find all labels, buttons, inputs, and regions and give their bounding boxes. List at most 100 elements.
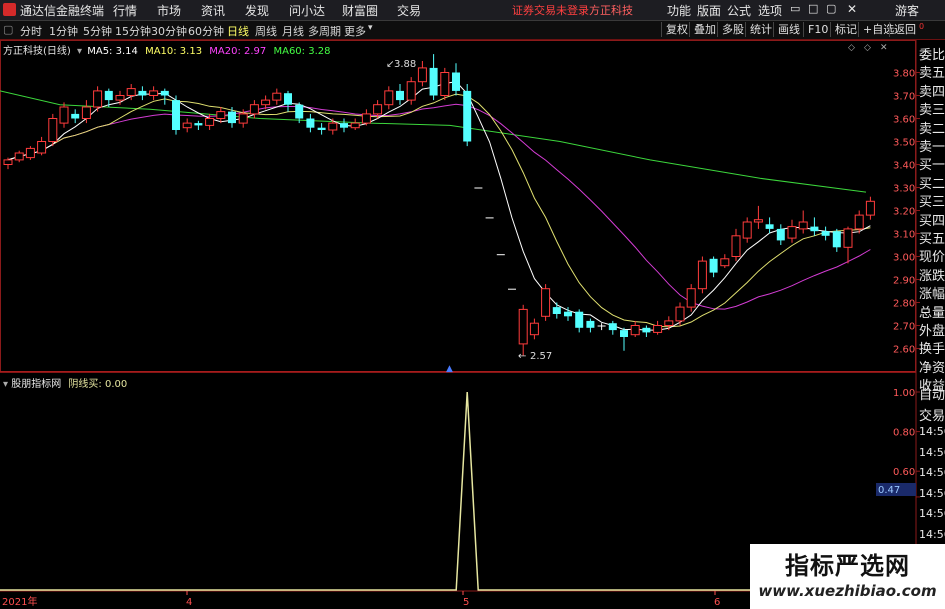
candle-body [742,221,752,239]
rights-adjust-button[interactable]: 复权 [661,22,692,37]
date-tick: 2021年 [2,595,37,608]
tab-multi-period[interactable]: 多周期 [308,23,341,39]
tab-1min[interactable]: 1分钟 [49,23,78,39]
ma20-label: MA20: 2.97 [209,46,267,57]
menu-market[interactable]: 市场 [157,2,181,19]
candle-body [474,187,483,189]
trade-side-label-2: 14:56 [919,425,945,438]
f10-button[interactable]: F10 [803,22,832,37]
tab-daily[interactable]: 日线 [227,23,249,39]
indicator-current-value: 0.47 [878,485,900,496]
low-price-marker: 2.57 [530,351,552,362]
tab-more[interactable]: 更多 [344,23,366,39]
menu-bar: 通达信金融终端 行情 市场 资讯 发现 问小达 财富圈 交易 证券交易未登录 方… [0,0,945,21]
candle-body [529,322,539,336]
ma60-line [0,90,867,193]
candle-body [361,113,371,124]
candle-body [417,67,427,83]
candle-body [115,95,125,101]
side-label-3: 卖三 [919,103,945,119]
chart-canvas[interactable]: 3.80 3.70 3.60 3.50 3.40 3.30 3.20 3.10 3.00 2.90… [0,40,945,609]
tab-monthly[interactable]: 月线 [282,23,304,39]
multi-stock-button[interactable]: 多股 [717,22,748,37]
candle-body [216,111,226,119]
candle-body [429,67,438,96]
candlestick-series [3,54,875,356]
menu-market-quotes[interactable]: 行情 [113,2,137,19]
candle-body [261,99,271,106]
menu-wealth-circle[interactable]: 财富圈 [342,2,378,19]
mark-button[interactable]: 标记 [830,22,861,37]
more-dropdown-icon[interactable]: ▾ [368,23,373,33]
menu-options[interactable]: 选项 [758,2,782,19]
candle-body [664,320,674,326]
tab-60min[interactable]: 60分钟 [188,23,224,39]
menu-layout[interactable]: 版面 [697,2,721,19]
restore-icon[interactable]: □ [808,2,818,15]
indicator-dropdown-icon[interactable]: ▾ [3,379,8,390]
side-label-14: 总量 [919,305,945,321]
statistics-button[interactable]: 统计 [745,22,776,37]
trade-side-label-4: 14:56 [919,466,945,479]
candle-body [284,93,292,105]
ma10-line [7,93,871,328]
price-tick-label: 3.80 [893,69,915,80]
tab-5min[interactable]: 5分钟 [83,23,112,39]
candle-body [810,226,819,232]
candle-body [653,325,663,333]
watermark-badge: 指标严选网 www.xuezhibiao.com [750,544,945,609]
candle-body [496,254,505,256]
date-tick: 4 [186,597,192,608]
toolbar-collapse-icon[interactable]: ▢ [3,23,13,36]
high-price-marker: 3.88 [394,59,416,70]
candle-body [160,90,169,96]
candle-body [14,152,24,161]
indicator-tick-label: 0.80 [893,428,915,439]
login-status[interactable]: 证券交易未登录 [512,2,589,18]
menu-news[interactable]: 资讯 [201,2,225,19]
tab-30min[interactable]: 30分钟 [151,23,187,39]
price-tick-label: 3.60 [893,115,915,126]
candle-body [463,90,472,142]
side-label-5: 卖一 [919,140,945,155]
side-label-7: 买二 [919,176,945,192]
candle-body [350,122,360,129]
ma10-label: MA10: 3.13 [145,46,203,57]
price-tick-label: 3.40 [893,161,915,172]
menu-formula[interactable]: 公式 [727,2,751,19]
menu-ask-xiaoda[interactable]: 问小达 [289,2,325,19]
guest-user[interactable]: 游客 [895,2,919,19]
candle-body [620,330,628,337]
stock-label[interactable]: 方正科技(日线) [3,46,71,57]
candle-body [541,288,551,317]
menu-discover[interactable]: 发现 [245,2,269,19]
main-chart-legend: 方正科技(日线) ▾ MA5: 3.14 MA10: 3.13 MA20: 2.… [3,42,330,57]
trade-side-label-7: 14:56 [919,527,945,541]
maximize-icon[interactable]: ▢ [826,2,836,15]
draw-line-button[interactable]: 画线 [773,22,804,37]
side-label-11: 现价 [919,250,945,266]
ma60-label: MA60: 3.28 [273,46,331,57]
overlay-button[interactable]: 叠加 [689,22,720,37]
candle-body [396,90,404,101]
indicator-name[interactable]: 股朋指标网 [11,379,61,390]
minimize-icon[interactable]: ▭ [790,2,800,15]
tab-intraday[interactable]: 分时 [20,23,42,39]
side-corner-value: 0 [919,22,925,31]
legend-dropdown-icon[interactable]: ▾ [77,46,82,57]
candle-body [340,123,348,128]
chart-minimize-icon: ◇ [864,43,871,53]
candle-body [843,228,853,248]
menu-functions[interactable]: 功能 [667,2,691,19]
candle-body [697,260,707,290]
back-button[interactable]: 返回 [889,22,920,37]
indicator-tick-label: 1.00 [893,388,915,399]
tab-15min[interactable]: 15分钟 [115,23,151,39]
candle-body [776,228,785,241]
trade-side-label-5: 14:56 [919,486,945,500]
candle-body [228,111,236,124]
tab-weekly[interactable]: 周线 [255,23,277,39]
close-icon[interactable]: ✕ [847,2,857,16]
candle-body [71,113,80,119]
menu-trade[interactable]: 交易 [397,2,421,19]
